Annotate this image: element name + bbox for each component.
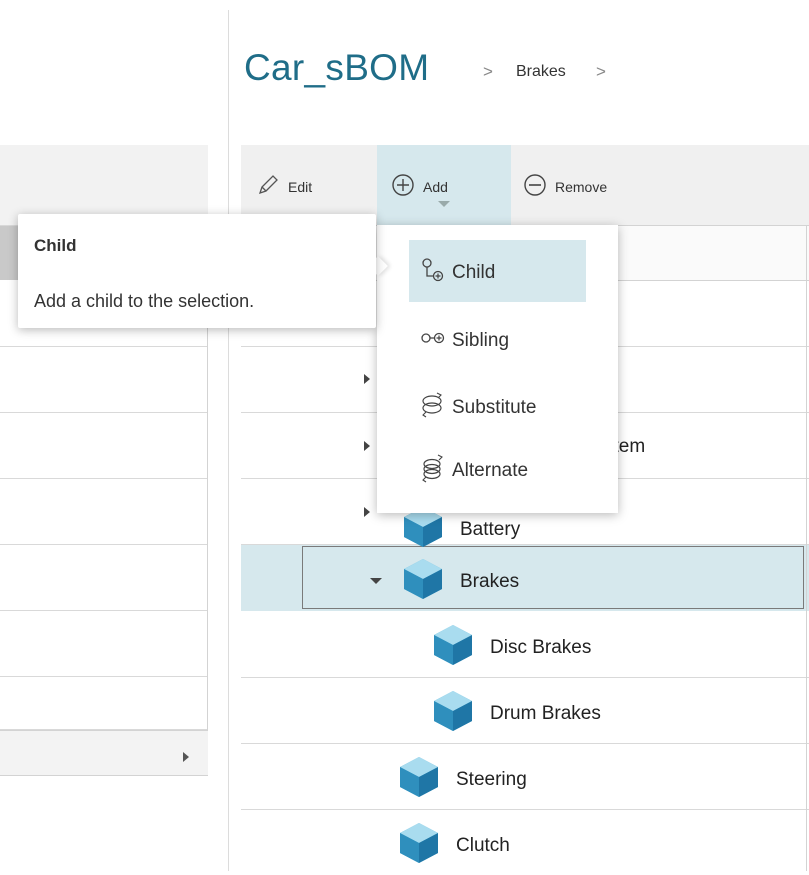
breadcrumb-separator: > (596, 62, 606, 81)
tree-node-drum-brakes[interactable]: Drum Brakes (430, 688, 601, 740)
tree-node-label: Clutch (456, 835, 510, 856)
alternate-icon (420, 452, 446, 490)
table-row[interactable] (241, 810, 809, 875)
part-cube-icon (430, 688, 476, 740)
pencil-icon (256, 173, 280, 200)
menu-item-label: Alternate (452, 460, 529, 481)
breadcrumb-current[interactable]: Brakes (516, 63, 566, 81)
tree-node-label: Battery (460, 519, 521, 540)
menu-item-alternate[interactable]: Alternate (420, 452, 528, 490)
part-cube-icon (430, 622, 476, 674)
edit-label: Edit (288, 178, 313, 195)
left-panel-row[interactable] (0, 677, 208, 730)
scroll-right-arrow-icon[interactable] (183, 752, 189, 762)
part-cube-icon (396, 820, 442, 872)
minus-circle-icon (523, 173, 547, 200)
panel-splitter[interactable] (228, 10, 229, 871)
plus-circle-icon (391, 173, 415, 200)
child-structure-icon (420, 257, 446, 289)
expand-arrow-icon[interactable] (364, 507, 370, 517)
expand-arrow-icon[interactable] (364, 441, 370, 451)
tree-node-label: Steering (456, 769, 527, 790)
edit-button[interactable]: Edit (256, 173, 312, 200)
tooltip-title: Child (34, 236, 77, 255)
menu-item-sibling[interactable]: Sibling (420, 325, 509, 357)
part-cube-icon (400, 556, 446, 608)
left-panel-row[interactable] (0, 545, 208, 611)
tree-node-label: Drum Brakes (490, 703, 601, 724)
left-panel-row[interactable] (0, 479, 208, 545)
tree-node-label: Brakes (460, 571, 520, 592)
breadcrumb-root[interactable]: Car_sBOM (244, 47, 429, 89)
menu-item-label: Sibling (452, 330, 510, 351)
left-panel-row[interactable] (0, 347, 208, 413)
substitute-icon (420, 390, 446, 426)
menu-item-child[interactable]: Child (420, 257, 495, 289)
add-button[interactable]: Add (391, 173, 448, 200)
remove-button[interactable]: Remove (523, 173, 607, 200)
expand-arrow-icon[interactable] (364, 374, 370, 384)
menu-item-substitute[interactable]: Substitute (420, 390, 537, 426)
left-panel-row[interactable] (0, 611, 208, 677)
tree-node-clutch[interactable]: Clutch (396, 820, 510, 872)
left-panel-scroll-row[interactable] (0, 730, 208, 776)
menu-item-label: Child (452, 262, 496, 283)
tree-node-disc-brakes[interactable]: Disc Brakes (430, 622, 591, 674)
part-cube-icon (396, 754, 442, 806)
tree-node-steering[interactable]: Steering (396, 754, 527, 806)
tooltip-description: Add a child to the selection. (34, 291, 255, 311)
menu-item-label: Substitute (452, 397, 537, 418)
tree-node-label: Disc Brakes (490, 637, 592, 658)
left-panel-row[interactable] (0, 413, 208, 479)
collapse-arrow-icon[interactable] (370, 578, 382, 584)
grid-right-border (806, 226, 807, 871)
chevron-down-icon[interactable] (438, 201, 450, 207)
sibling-structure-icon (420, 325, 446, 357)
breadcrumb-separator: > (483, 62, 493, 81)
tree-node-brakes[interactable]: Brakes (400, 556, 519, 608)
add-label: Add (423, 178, 448, 195)
remove-label: Remove (555, 178, 608, 195)
